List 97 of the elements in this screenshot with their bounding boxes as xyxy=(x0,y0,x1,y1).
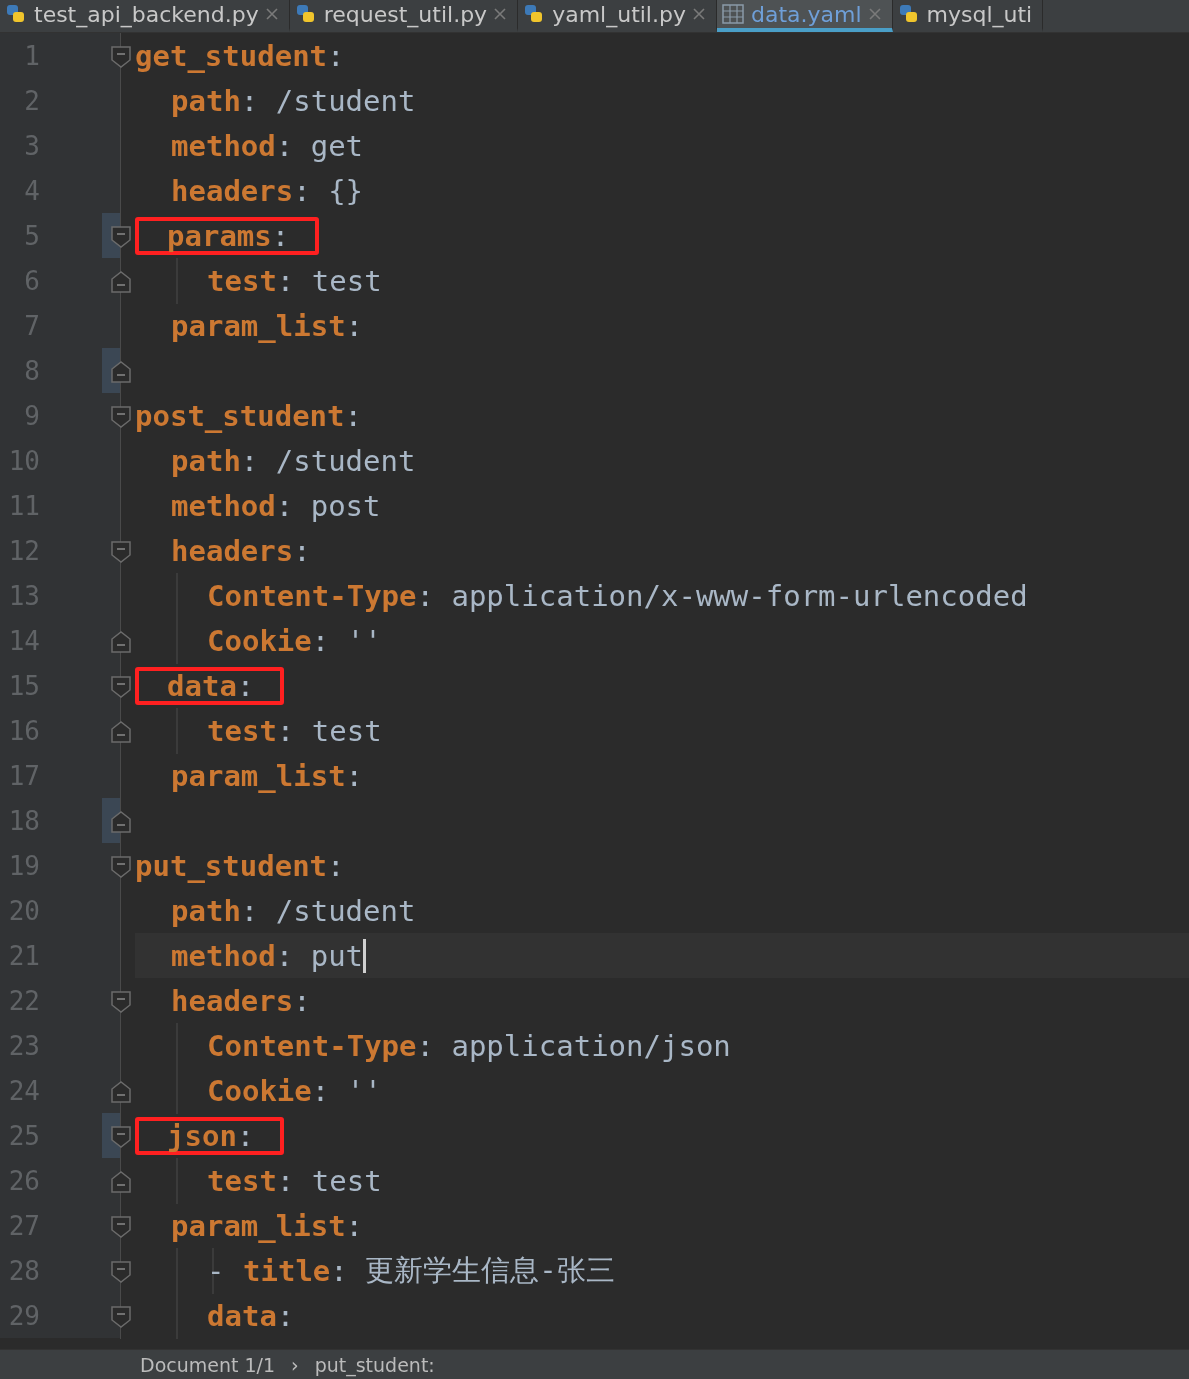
yaml-key: title xyxy=(243,1254,331,1288)
yaml-value: {} xyxy=(327,174,364,208)
yaml-value: application/x-www-form-urlencoded xyxy=(450,579,1028,613)
table-icon xyxy=(720,3,745,25)
yaml-value: /student xyxy=(274,894,416,928)
close-icon[interactable] xyxy=(264,7,279,21)
colon: : xyxy=(236,1119,255,1153)
yaml-key: Cookie xyxy=(207,624,312,658)
yaml-value: '' xyxy=(345,1074,382,1108)
yaml-value: '' xyxy=(345,624,382,658)
yaml-key: headers xyxy=(171,174,294,208)
colon: : xyxy=(271,219,290,253)
colon: : xyxy=(276,264,295,298)
yaml-key: method xyxy=(171,489,276,523)
yaml-value: application/json xyxy=(450,1029,731,1063)
yaml-key: Content-Type xyxy=(207,579,417,613)
yaml-key: param_list xyxy=(171,759,346,793)
colon: : xyxy=(345,1209,364,1243)
breadcrumb-separator: › xyxy=(291,1353,299,1376)
fold-icon[interactable] xyxy=(111,1081,131,1103)
list-dash: - xyxy=(207,1254,226,1288)
fold-icon[interactable] xyxy=(111,226,131,248)
fold-icon[interactable] xyxy=(111,361,131,383)
colon: : xyxy=(327,39,345,73)
fold-icon[interactable] xyxy=(111,676,131,698)
fold-icon[interactable] xyxy=(111,991,131,1013)
yaml-value: put xyxy=(309,939,364,973)
yaml-value: test xyxy=(310,1164,382,1198)
yaml-key: put_student xyxy=(135,849,328,883)
colon: : xyxy=(240,84,259,118)
colon: : xyxy=(240,444,259,478)
colon: : xyxy=(293,174,311,208)
fold-icon[interactable] xyxy=(111,1306,131,1328)
yaml-value: 更新学生信息-张三 xyxy=(364,1252,615,1289)
yaml-value: test xyxy=(310,264,382,298)
yaml-key: path xyxy=(171,84,241,118)
yaml-key: method xyxy=(171,129,276,163)
colon: : xyxy=(345,759,364,793)
colon: : xyxy=(276,714,295,748)
colon: : xyxy=(416,579,434,613)
yaml-key: headers xyxy=(171,984,294,1018)
yaml-key: params xyxy=(167,219,272,253)
colon: : xyxy=(236,669,255,703)
yaml-value: test xyxy=(310,714,382,748)
yaml-key: test xyxy=(207,264,277,298)
fold-icon[interactable] xyxy=(111,1261,131,1283)
fold-icon[interactable] xyxy=(111,631,131,653)
colon: : xyxy=(275,129,294,163)
colon: : xyxy=(344,399,362,433)
colon: : xyxy=(240,894,259,928)
yaml-value: /student xyxy=(274,444,416,478)
yaml-key: json xyxy=(167,1119,237,1153)
yaml-key: param_list xyxy=(171,309,346,343)
colon: : xyxy=(416,1029,434,1063)
yaml-key: test xyxy=(207,1164,277,1198)
yaml-key: param_list xyxy=(171,1209,346,1243)
close-icon[interactable] xyxy=(493,7,508,21)
breadcrumb-item[interactable]: put_student: xyxy=(314,1353,435,1376)
fold-icon[interactable] xyxy=(111,46,131,68)
text-cursor xyxy=(363,939,367,973)
yaml-key: data xyxy=(167,669,237,703)
fold-icon[interactable] xyxy=(111,811,131,833)
fold-icon[interactable] xyxy=(111,1171,131,1193)
fold-icon[interactable] xyxy=(111,271,131,293)
yaml-value: post xyxy=(309,489,381,523)
colon: : xyxy=(311,624,330,658)
yaml-key: data xyxy=(207,1299,277,1333)
colon: : xyxy=(311,1074,330,1108)
close-icon[interactable] xyxy=(691,7,706,21)
colon: : xyxy=(293,984,311,1018)
status-text[interactable]: Document 1/1 xyxy=(140,1353,276,1376)
colon: : xyxy=(293,534,311,568)
colon: : xyxy=(275,489,294,523)
colon: : xyxy=(327,849,345,883)
fold-icon[interactable] xyxy=(111,1216,131,1238)
yaml-key: post_student xyxy=(135,399,345,433)
yaml-key: path xyxy=(171,894,241,928)
fold-icon[interactable] xyxy=(111,541,131,563)
yaml-value: /student xyxy=(274,84,416,118)
colon: : xyxy=(276,1164,295,1198)
yaml-key: Cookie xyxy=(207,1074,312,1108)
yaml-key: headers xyxy=(171,534,294,568)
colon: : xyxy=(345,309,364,343)
fold-icon[interactable] xyxy=(111,856,131,878)
yaml-key: method xyxy=(171,939,276,973)
colon: : xyxy=(275,939,294,973)
fold-icon[interactable] xyxy=(111,721,131,743)
yaml-value: get xyxy=(309,129,364,163)
fold-icon[interactable] xyxy=(111,406,131,428)
yaml-key: Content-Type xyxy=(207,1029,417,1063)
yaml-key: test xyxy=(207,714,277,748)
yaml-key: get_student xyxy=(135,39,328,73)
fold-icon[interactable] xyxy=(111,1126,131,1148)
colon: : xyxy=(276,1299,295,1333)
colon: : xyxy=(330,1254,348,1288)
yaml-key: path xyxy=(171,444,241,478)
close-icon[interactable] xyxy=(867,7,882,21)
